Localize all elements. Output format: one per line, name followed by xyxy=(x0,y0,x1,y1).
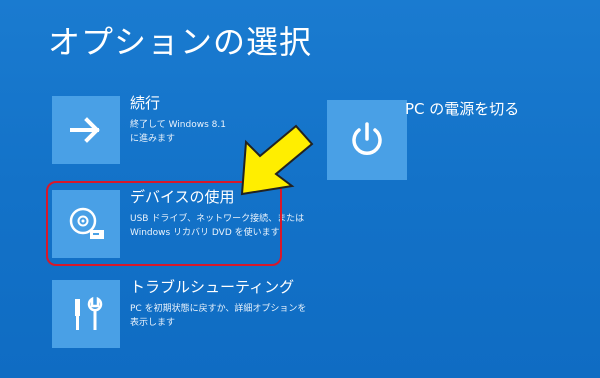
page-title: オプションの選択 xyxy=(48,23,313,61)
power-icon xyxy=(352,122,382,155)
power-off-tile[interactable] xyxy=(327,100,407,180)
troubleshoot-title: トラブルシューティング xyxy=(130,278,295,296)
continue-tile[interactable] xyxy=(52,96,120,164)
troubleshoot-description: PC を初期状態に戻すか、詳細オプションを 表示します xyxy=(130,304,307,328)
tools-icon xyxy=(75,296,103,330)
troubleshoot-tile[interactable] xyxy=(52,280,120,348)
power-off-title: PC の電源を切る xyxy=(405,100,520,118)
arrow-right-icon xyxy=(70,117,100,143)
pointer-arrow-icon xyxy=(240,124,314,196)
continue-title: 続行 xyxy=(130,94,161,112)
